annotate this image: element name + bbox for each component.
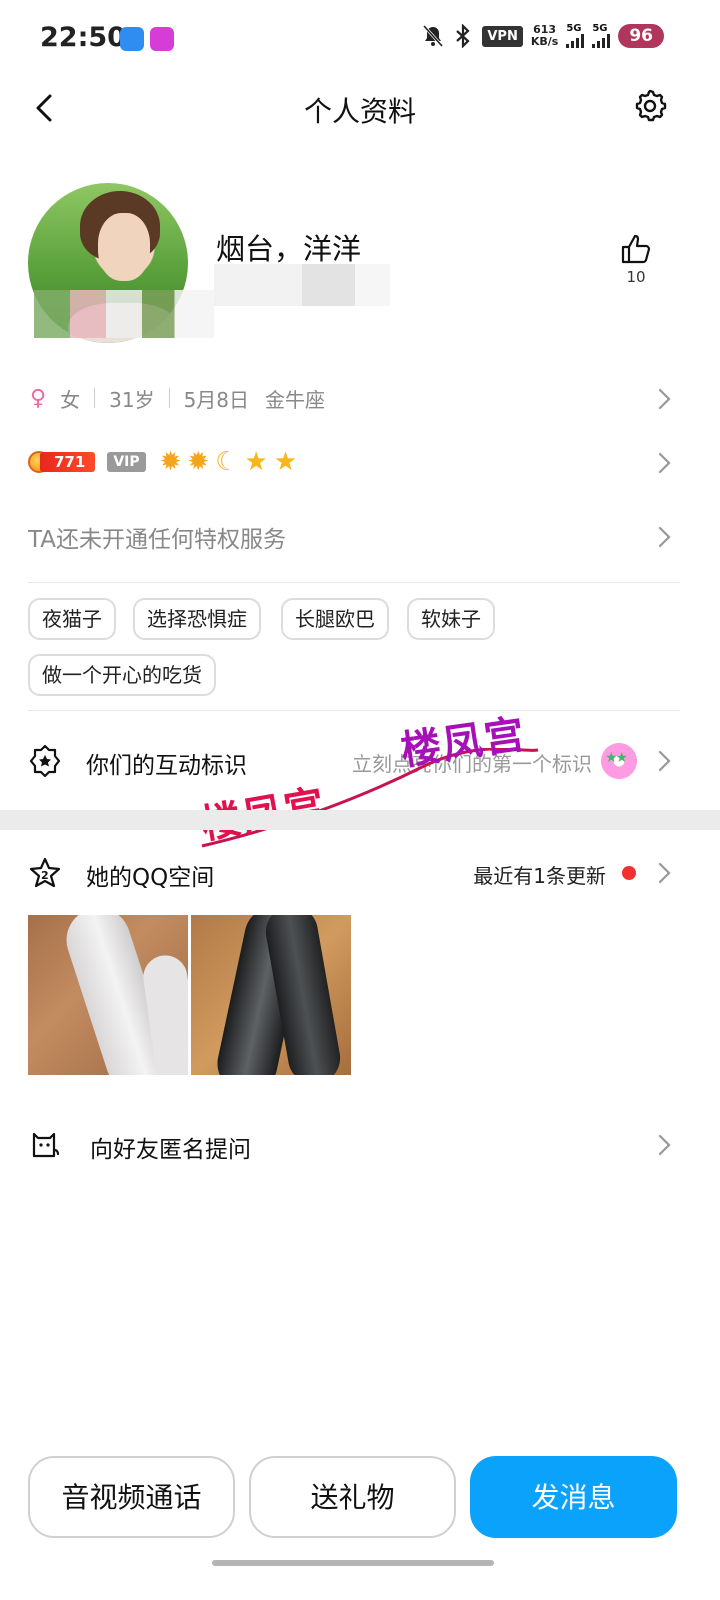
tag-item[interactable]: 夜猫子 (28, 598, 116, 640)
chevron-right-icon (658, 388, 671, 410)
zodiac: 金牛座 (265, 387, 326, 412)
chevron-right-icon (658, 526, 671, 548)
like-count: 10 (626, 268, 646, 286)
moon-icon: ☾ (215, 447, 239, 477)
update-dot (622, 866, 636, 880)
signal-5g-2: 5G (592, 24, 611, 48)
level-value: 771 (40, 452, 96, 472)
like-button[interactable]: 10 (616, 232, 656, 286)
cat-icon (32, 1132, 60, 1158)
mosaic-blur (34, 290, 214, 338)
chevron-right-icon (658, 1134, 671, 1156)
sun-icon: ✹ (159, 447, 182, 477)
sun-icon: ✹ (187, 447, 210, 477)
send-gift-button[interactable]: 送礼物 (249, 1456, 456, 1538)
page-title: 个人资料 (303, 95, 416, 128)
birthday: 5月8日 (183, 387, 250, 412)
svg-text:2: 2 (41, 869, 49, 882)
chevron-right-icon (658, 452, 671, 474)
qzone-row[interactable]: 2 她的QQ空间 最近有1条更新 (28, 848, 680, 898)
thumbs-up-icon[interactable] (619, 232, 653, 266)
age: 31岁 (109, 387, 155, 412)
level-row[interactable]: 771 VIP ✹ ✹ ☾ ★ ★ (28, 442, 680, 482)
flower-badge-icon (598, 740, 640, 782)
video-call-button[interactable]: 音视频通话 (28, 1456, 235, 1538)
signal-5g-1: 5G (566, 24, 585, 48)
basic-info-row[interactable]: ♀ 女 31岁 5月8日 金牛座 (28, 378, 680, 418)
separator (168, 388, 170, 408)
header: 个人资料 (0, 80, 720, 136)
separator (94, 388, 96, 408)
chevron-right-icon (658, 862, 671, 884)
section-separator (0, 810, 720, 830)
gender: 女 (60, 387, 81, 412)
nickname: 烟台，洋洋 (216, 232, 362, 266)
tag-item[interactable]: 做一个开心的吃货 (28, 654, 216, 696)
chevron-right-icon (658, 750, 671, 772)
female-icon: ♀ (30, 385, 47, 411)
qzone-star-icon: 2 (29, 857, 61, 888)
badge-star-icon (29, 744, 61, 778)
star-icon: ★ (273, 447, 298, 477)
qzone-photo[interactable] (28, 915, 188, 1075)
status-icons: VPN 613 KB/s 5G 5G 96 (422, 24, 664, 48)
status-bar: 22:50 VPN 613 KB/s 5G 5G 96 (0, 0, 720, 80)
mute-bell-icon (423, 24, 444, 48)
send-message-button[interactable]: 发消息 (470, 1456, 677, 1538)
divider (28, 710, 680, 711)
app-notification-icon (120, 27, 144, 51)
network-speed: 613 KB/s (530, 23, 559, 48)
star-icon: ★ (244, 447, 268, 477)
anonymous-question-row[interactable]: 向好友匿名提问 (28, 1120, 680, 1170)
anonymous-question-label: 向好友匿名提问 (90, 1137, 251, 1163)
home-indicator[interactable] (212, 1560, 494, 1566)
mosaic-blur (214, 264, 390, 306)
vpn-badge: VPN (482, 25, 523, 47)
vip-badge: VIP (107, 452, 146, 472)
tag-item[interactable]: 软妹子 (407, 598, 495, 640)
bluetooth-icon (456, 24, 470, 48)
qzone-update: 最近有1条更新 (473, 864, 606, 888)
tag-item[interactable]: 选择恐惧症 (133, 598, 261, 640)
battery-indicator: 96 (618, 24, 664, 48)
gear-icon[interactable] (632, 88, 668, 124)
qzone-label: 她的QQ空间 (86, 865, 215, 891)
qzone-photo[interactable] (191, 915, 351, 1075)
app-notification-icon (150, 27, 174, 51)
privilege-status[interactable]: TA还未开通任何特权服务 (28, 520, 286, 554)
tag-item[interactable]: 长腿欧巴 (281, 598, 389, 640)
level-badge: 771 (28, 451, 96, 473)
divider (28, 582, 680, 583)
status-time: 22:50 (40, 22, 126, 53)
